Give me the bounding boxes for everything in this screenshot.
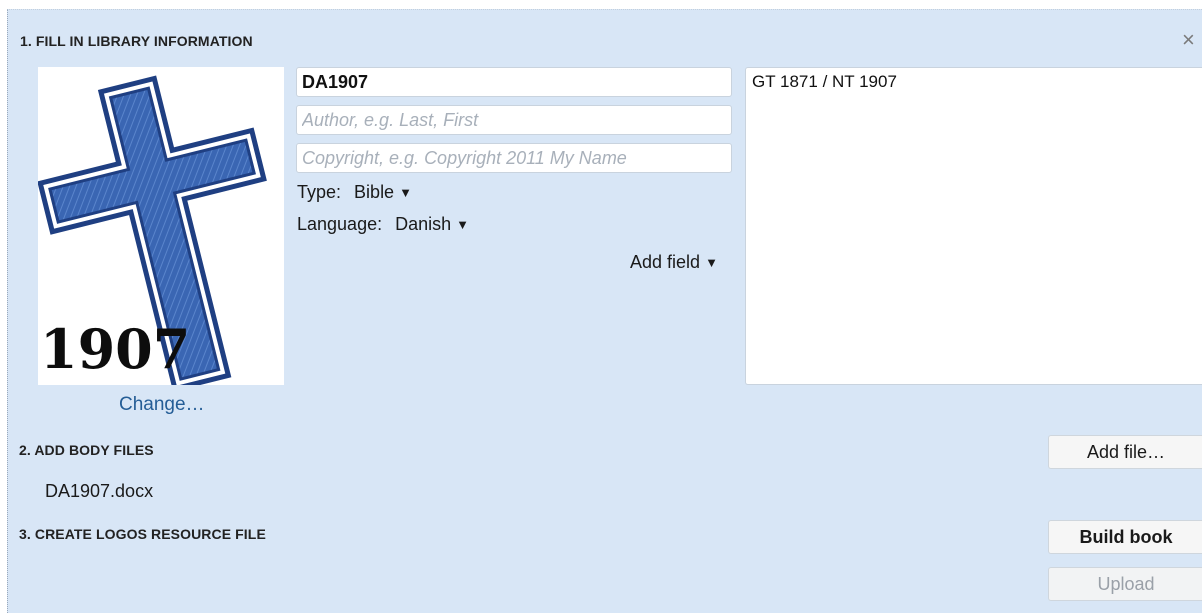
build-book-button[interactable]: Build book (1048, 520, 1202, 554)
type-value: Bible (354, 182, 395, 202)
language-label: Language: (297, 214, 383, 234)
type-dropdown[interactable]: Bible ▼ (354, 182, 412, 202)
language-row: Language: Danish ▼ (297, 214, 469, 235)
description-text: GT 1871 / NT 1907 (752, 72, 897, 91)
copyright-field[interactable] (296, 143, 732, 173)
language-dropdown[interactable]: Danish ▼ (395, 214, 469, 234)
close-icon[interactable]: × (1182, 29, 1202, 52)
add-file-button[interactable]: Add file… (1048, 435, 1202, 469)
section-title-library-info: 1. FILL IN LIBRARY INFORMATION (20, 33, 253, 49)
language-value: Danish (395, 214, 452, 234)
chevron-down-icon: ▼ (399, 185, 412, 200)
cover-image: 1907 (37, 67, 284, 392)
add-field-dropdown[interactable]: Add field ▼ (630, 252, 718, 273)
section-title-resource-file: 3. CREATE LOGOS RESOURCE FILE (19, 526, 266, 542)
title-field[interactable] (296, 67, 732, 97)
library-info-panel: 1. FILL IN LIBRARY INFORMATION × 1907 Ch… (7, 9, 1202, 613)
chevron-down-icon: ▼ (456, 217, 470, 232)
chevron-down-icon: ▼ (705, 255, 718, 270)
section-title-body-files: 2. ADD BODY FILES (19, 442, 154, 458)
type-row: Type: Bible ▼ (297, 182, 412, 203)
author-field[interactable] (296, 105, 732, 135)
body-file-item[interactable]: DA1907.docx (45, 481, 153, 502)
cover-year-text: 1907 (40, 317, 191, 381)
upload-button[interactable]: Upload (1048, 567, 1202, 601)
add-field-label: Add field (630, 252, 701, 272)
type-label: Type: (297, 182, 342, 202)
change-cover-link[interactable]: Change… (119, 394, 205, 416)
description-textarea[interactable]: GT 1871 / NT 1907 (745, 67, 1202, 385)
